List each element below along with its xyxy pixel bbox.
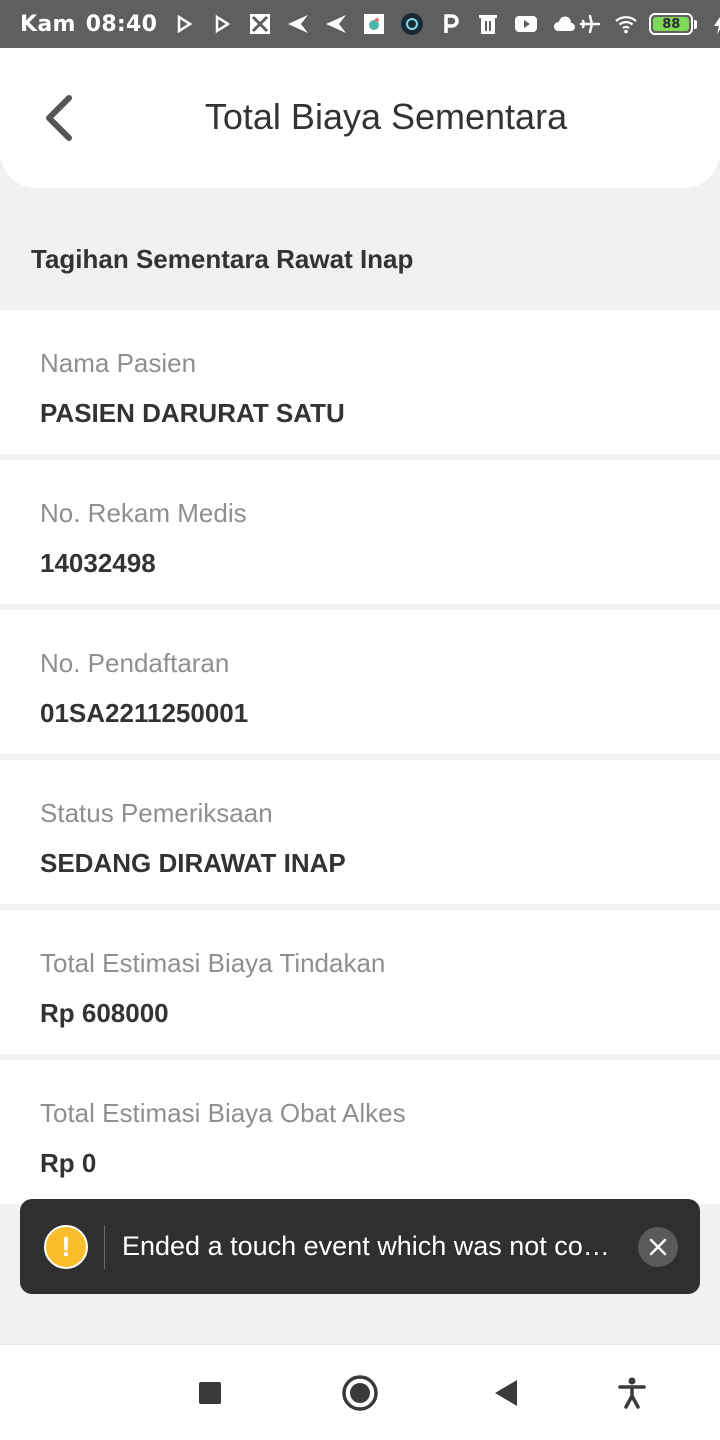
accessibility-button[interactable] [610, 1371, 654, 1415]
accessibility-icon [618, 1377, 646, 1409]
detail-label: Total Estimasi Biaya Tindakan [40, 948, 386, 978]
youtube-icon [513, 11, 539, 37]
status-time: 08:40 [85, 11, 158, 37]
detail-label: Nama Pasien [40, 348, 197, 378]
paper-plane-icon [323, 11, 349, 37]
detail-card-status: Status Pemeriksaan SEDANG DIRAWAT INAP [0, 760, 720, 904]
cloud-icon [551, 11, 577, 37]
warning-toast[interactable]: ! Ended a touch event which was not coun… [20, 1199, 700, 1294]
app-circle-icon [399, 11, 425, 37]
charging-bolt-icon [707, 11, 720, 37]
p-letter-icon [437, 11, 463, 37]
home-circle-icon [342, 1375, 378, 1411]
detail-value: 14032498 [40, 548, 156, 578]
detail-value: PASIEN DARURAT SATU [40, 398, 345, 428]
status-day: Kam [20, 11, 76, 37]
app-header: Total Biaya Sementara [0, 48, 720, 188]
detail-card-procedure-cost: Total Estimasi Biaya Tindakan Rp 608000 [0, 910, 720, 1054]
status-bar: Kam 08:40 88 [0, 0, 720, 48]
page-title: Total Biaya Sementara [204, 96, 568, 137]
play-outline-icon [171, 11, 197, 37]
home-button[interactable] [338, 1371, 382, 1415]
notification-icons [171, 11, 577, 37]
detail-card-registration: No. Pendaftaran 01SA2211250001 [0, 610, 720, 754]
app-thumbnail-icon [361, 11, 387, 37]
battery-icon: 88 [649, 13, 698, 35]
back-nav-button[interactable] [484, 1371, 528, 1415]
battery-level: 88 [653, 17, 690, 32]
detail-label: No. Rekam Medis [40, 498, 247, 528]
toast-message: Ended a touch event which was not counte… [122, 1231, 616, 1261]
system-nav-bar [0, 1344, 720, 1440]
warning-icon: ! [44, 1224, 88, 1269]
toast-close-button[interactable] [638, 1226, 678, 1267]
wifi-icon [613, 11, 639, 37]
system-icons: 88 [577, 11, 720, 37]
paper-plane-icon [285, 11, 311, 37]
detail-value: Rp 0 [40, 1148, 97, 1178]
image-x-icon [247, 11, 273, 37]
section-title: Tagihan Sementara Rawat Inap [31, 244, 414, 274]
detail-value: Rp 608000 [40, 998, 169, 1028]
detail-label: No. Pendaftaran [40, 648, 230, 678]
back-triangle-icon [495, 1380, 517, 1406]
trash-icon [475, 11, 501, 37]
detail-card-drug-cost: Total Estimasi Biaya Obat Alkes Rp 0 [0, 1060, 720, 1204]
detail-value: 01SA2211250001 [40, 698, 249, 728]
detail-card-patient-name: Nama Pasien PASIEN DARURAT SATU [0, 310, 720, 454]
recents-square-icon [199, 1382, 221, 1404]
detail-label: Total Estimasi Biaya Obat Alkes [40, 1098, 406, 1128]
recents-button[interactable] [188, 1371, 232, 1415]
detail-card-medical-record: No. Rekam Medis 14032498 [0, 460, 720, 604]
airplane-mode-icon [577, 11, 603, 37]
close-icon [649, 1238, 667, 1255]
play-outline-icon [209, 11, 235, 37]
detail-label: Status Pemeriksaan [40, 798, 273, 828]
detail-value: SEDANG DIRAWAT INAP [40, 848, 346, 878]
toast-divider [104, 1224, 105, 1269]
